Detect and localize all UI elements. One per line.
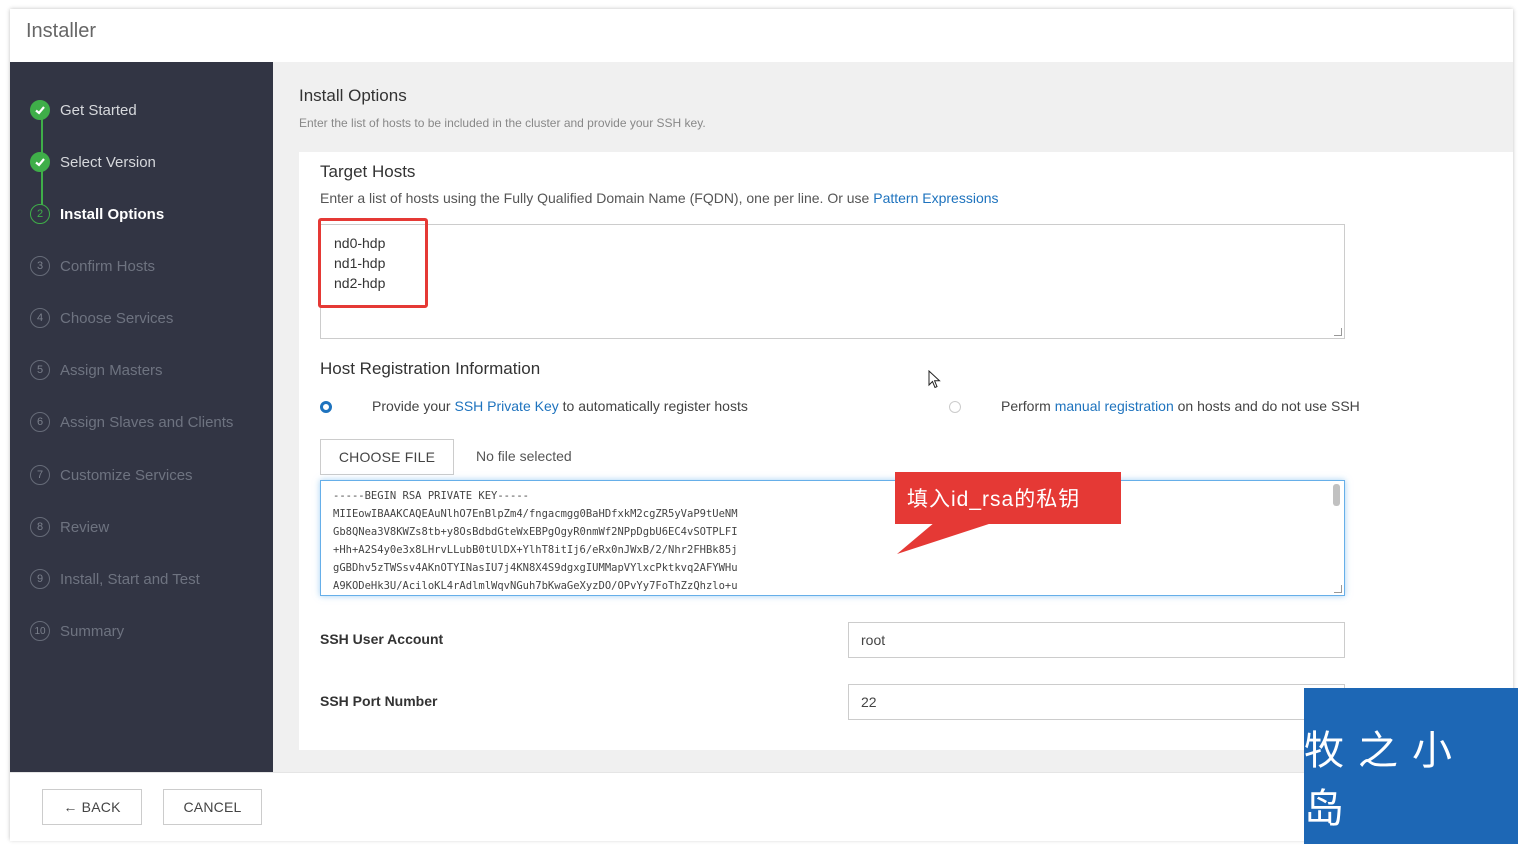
step-choose-services: 4 Choose Services <box>30 305 173 331</box>
check-icon <box>30 100 50 120</box>
pattern-expressions-link[interactable]: Pattern Expressions <box>873 190 998 206</box>
step-number: 9 <box>30 569 50 589</box>
option-text: Perform <box>1001 398 1055 414</box>
step-label: Assign Masters <box>60 361 163 379</box>
step-number: 4 <box>30 308 50 328</box>
step-confirm-hosts: 3 Confirm Hosts <box>30 253 155 279</box>
key-line: A9KODeHk3U/AciloKL4rAdlmlWqvNGuh7bKwaGeX… <box>333 580 738 592</box>
mouse-cursor-icon <box>928 370 941 389</box>
app-title: Installer <box>26 20 97 42</box>
ssh-key-option-label: Provide your SSH Private Key to automati… <box>372 398 748 414</box>
target-hosts-description: Enter a list of hosts using the Fully Qu… <box>320 190 999 206</box>
step-install-start-test: 9 Install, Start and Test <box>30 566 200 592</box>
step-number: 3 <box>30 256 50 276</box>
step-review: 8 Review <box>30 514 109 540</box>
host-line: nd1-hdp <box>334 255 386 271</box>
wizard-footer: ← BACK CANCEL <box>10 772 1513 841</box>
step-select-version[interactable]: Select Version <box>30 149 156 175</box>
step-label: Customize Services <box>60 466 193 484</box>
main-content: Install Options Enter the list of hosts … <box>273 62 1513 772</box>
step-label: Install Options <box>60 205 165 223</box>
target-hosts-heading: Target Hosts <box>320 162 416 181</box>
option-text: on hosts and do not use SSH <box>1173 398 1360 414</box>
cancel-button[interactable]: CANCEL <box>163 789 262 825</box>
back-button[interactable]: ← BACK <box>42 789 142 825</box>
option-text: Provide your <box>372 398 455 414</box>
target-hosts-textarea[interactable]: nd0-hdp nd1-hdp nd2-hdp <box>320 224 1345 339</box>
ssh-user-input[interactable]: root <box>848 622 1345 658</box>
host-line: nd2-hdp <box>334 275 386 291</box>
manual-registration-link[interactable]: manual registration <box>1055 398 1174 414</box>
step-label: Confirm Hosts <box>60 257 156 275</box>
step-summary: 10 Summary <box>30 618 124 644</box>
install-options-card: Target Hosts Enter a list of hosts using… <box>299 152 1513 750</box>
step-customize-services: 7 Customize Services <box>30 462 193 488</box>
manual-registration-radio[interactable] <box>949 401 961 413</box>
step-number: 7 <box>30 465 50 485</box>
step-install-options[interactable]: 2 Install Options <box>30 201 164 227</box>
registration-heading: Host Registration Information <box>320 359 541 378</box>
manual-option-label: Perform manual registration on hosts and… <box>1001 398 1360 414</box>
annotation-callout: 填入id_rsa的私钥 <box>895 472 1121 524</box>
step-number: 8 <box>30 517 50 537</box>
ssh-port-label: SSH Port Number <box>320 693 438 709</box>
step-number: 10 <box>30 621 50 641</box>
step-assign-slaves: 6 Assign Slaves and Clients <box>30 409 233 435</box>
page-subtitle: Enter the list of hosts to be included i… <box>299 116 706 130</box>
key-line: -----BEGIN RSA PRIVATE KEY----- <box>333 490 529 502</box>
option-text: to automatically register hosts <box>558 398 748 414</box>
highlight-box <box>318 218 428 308</box>
choose-file-button[interactable]: CHOOSE FILE <box>320 439 454 475</box>
resize-handle-icon[interactable] <box>1334 585 1342 593</box>
resize-handle-icon[interactable] <box>1334 328 1342 336</box>
app-header: Installer <box>10 9 1513 63</box>
ssh-key-radio[interactable] <box>320 401 332 413</box>
key-line: Gb8QNea3V8KWZs8tb+y8OsBdbdGteWxEBPgOgyR0… <box>333 526 738 538</box>
ssh-user-label: SSH User Account <box>320 631 444 647</box>
file-status-text: No file selected <box>476 448 572 464</box>
step-label: Install, Start and Test <box>60 570 200 588</box>
step-number: 2 <box>30 204 50 224</box>
key-line: +Hh+A2S4y0e3x8LHrvLLubB0tUlDX+YlhT8itIj6… <box>333 544 738 556</box>
host-line: nd0-hdp <box>334 235 386 251</box>
watermark: 牧之小岛 <box>1304 688 1518 844</box>
description-text: Enter a list of hosts using the Fully Qu… <box>320 190 874 206</box>
wizard-sidebar: Get Started Select Version 2 Install Opt… <box>10 62 273 772</box>
step-label: Choose Services <box>60 309 174 327</box>
step-label: Select Version <box>60 153 156 171</box>
step-assign-masters: 5 Assign Masters <box>30 357 163 383</box>
step-label: Summary <box>60 622 125 640</box>
step-label: Assign Slaves and Clients <box>60 413 234 431</box>
ssh-key-textarea[interactable]: -----BEGIN RSA PRIVATE KEY----- MIIEowIB… <box>320 480 1345 596</box>
step-label: Get Started <box>60 101 137 119</box>
key-line: MIIEowIBAAKCAQEAuNlhO7EnBlpZm4/fngacmgg0… <box>333 508 738 520</box>
installer-window: Installer Get Started Select Version 2 I… <box>10 9 1513 841</box>
step-label: Review <box>60 518 110 536</box>
page-title: Install Options <box>299 86 407 105</box>
key-line: gGBDhv5zTWSsv4AKnOTYINasIU7j4KN8X4S9dgxg… <box>333 562 738 574</box>
ssh-port-input[interactable]: 22 <box>848 684 1345 720</box>
step-number: 5 <box>30 360 50 380</box>
check-icon <box>30 152 50 172</box>
callout-pointer <box>897 522 995 554</box>
step-get-started[interactable]: Get Started <box>30 97 137 123</box>
scrollbar-thumb[interactable] <box>1333 484 1340 506</box>
ssh-private-key-link[interactable]: SSH Private Key <box>454 398 558 414</box>
step-number: 6 <box>30 412 50 432</box>
